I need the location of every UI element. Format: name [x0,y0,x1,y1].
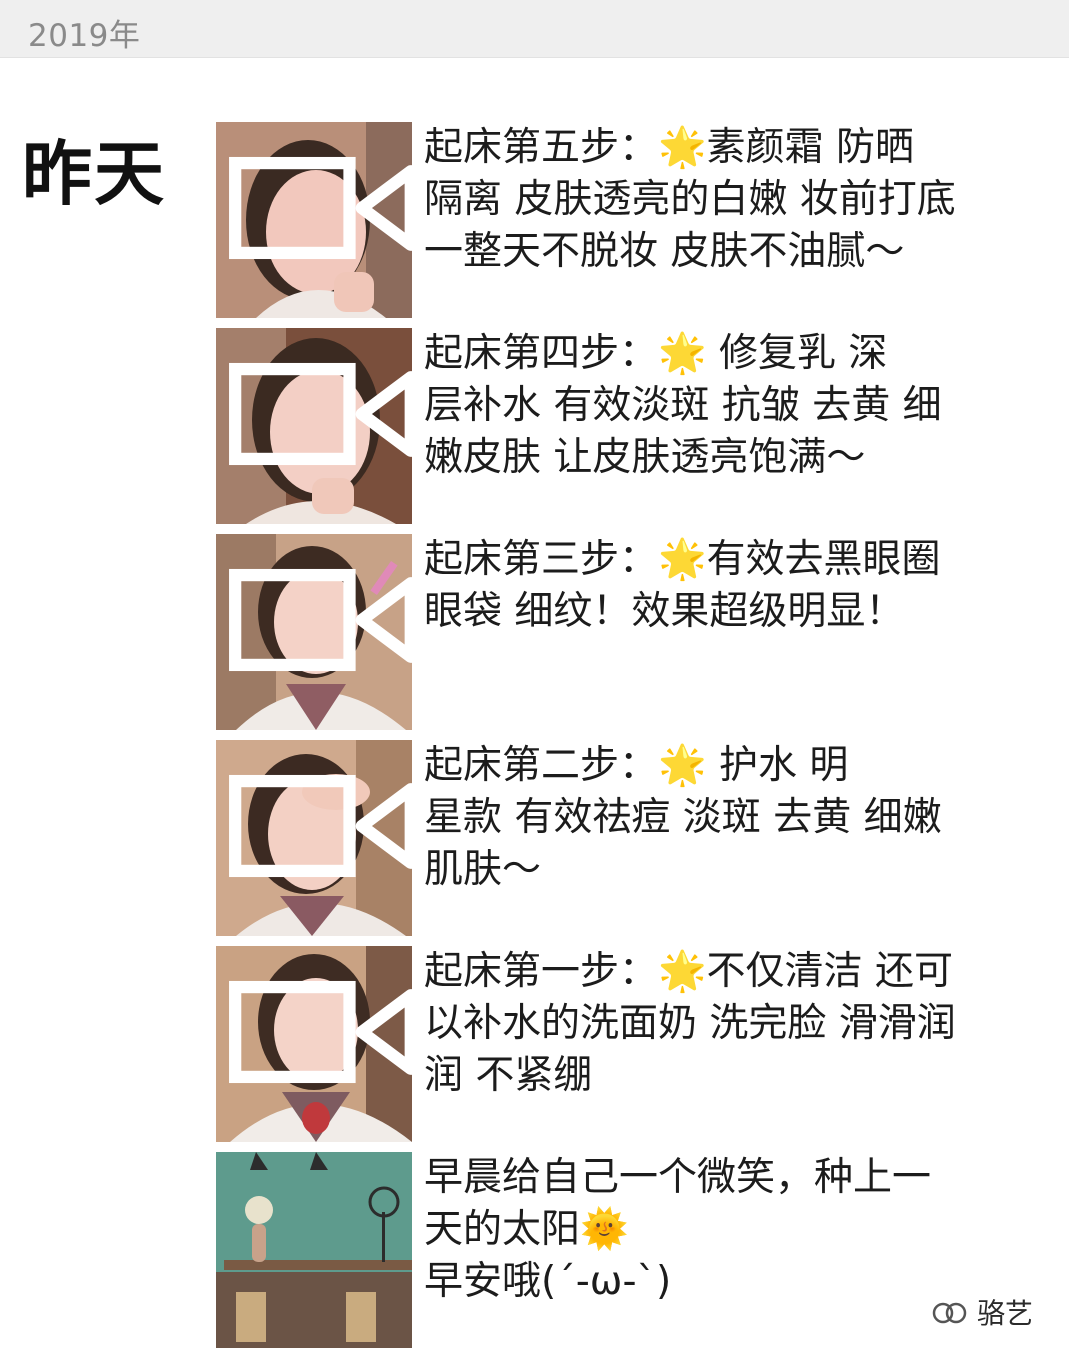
post-caption: 起床第二步：🌟 护水 明 星款 有效祛痘 淡斑 去黄 细嫩 肌肤～ [424,743,942,892]
dining-room-photo [216,1152,412,1348]
post-caption: 早晨给自己一个微笑，种上一 天的太阳🌞 早安哦(´-ω-`) [424,1155,932,1304]
wechat-channel-icon [932,1302,967,1324]
moment-post[interactable]: 起床第四步：🌟 修复乳 深 层补水 有效淡斑 抗皱 去黄 细 嫩皮肤 让皮肤透亮… [216,328,1016,524]
image-thumbnail[interactable] [216,1152,412,1348]
moment-post[interactable]: 起床第二步：🌟 护水 明 星款 有效祛痘 淡斑 去黄 细嫩 肌肤～ [216,740,1016,936]
moment-post[interactable]: 起床第三步：🌟有效去黑眼圈 眼袋 细纹！效果超级明显！ [216,534,1016,730]
video-camera-icon [229,774,412,878]
day-label: 昨天 [22,133,166,215]
moment-post[interactable]: 起床第一步：🌟不仅清洁 还可 以补水的洗面奶 洗完脸 滑滑润 润 不紧绷 [216,946,1016,1142]
post-caption: 起床第五步：🌟素颜霜 防晒 隔离 皮肤透亮的白嫩 妆前打底 一整天不脱妆 皮肤不… [424,125,956,274]
video-thumbnail[interactable] [216,122,412,318]
video-camera-icon [229,156,412,260]
post-caption: 起床第一步：🌟不仅清洁 还可 以补水的洗面奶 洗完脸 滑滑润 润 不紧绷 [424,949,956,1098]
post-caption: 起床第四步：🌟 修复乳 深 层补水 有效淡斑 抗皱 去黄 细 嫩皮肤 让皮肤透亮… [424,331,942,480]
video-thumbnail[interactable] [216,740,412,936]
video-camera-icon [229,980,412,1084]
video-thumbnail[interactable] [216,534,412,730]
watermark-text: 骆艺 [976,1297,1033,1330]
video-thumbnail[interactable] [216,946,412,1142]
video-camera-icon [229,568,412,672]
video-camera-icon [229,362,412,466]
moment-post[interactable]: 起床第五步：🌟素颜霜 防晒 隔离 皮肤透亮的白嫩 妆前打底 一整天不脱妆 皮肤不… [216,122,1016,318]
watermark: 骆艺 [929,1292,1033,1332]
video-thumbnail[interactable] [216,328,412,524]
year-label: 2019年 [28,18,141,54]
moment-post[interactable]: 早晨给自己一个微笑，种上一 天的太阳🌞 早安哦(´-ω-`) [216,1152,1016,1348]
year-header-bar: 2019年 [0,0,1069,58]
post-caption: 起床第三步：🌟有效去黑眼圈 眼袋 细纹！效果超级明显！ [424,537,941,634]
